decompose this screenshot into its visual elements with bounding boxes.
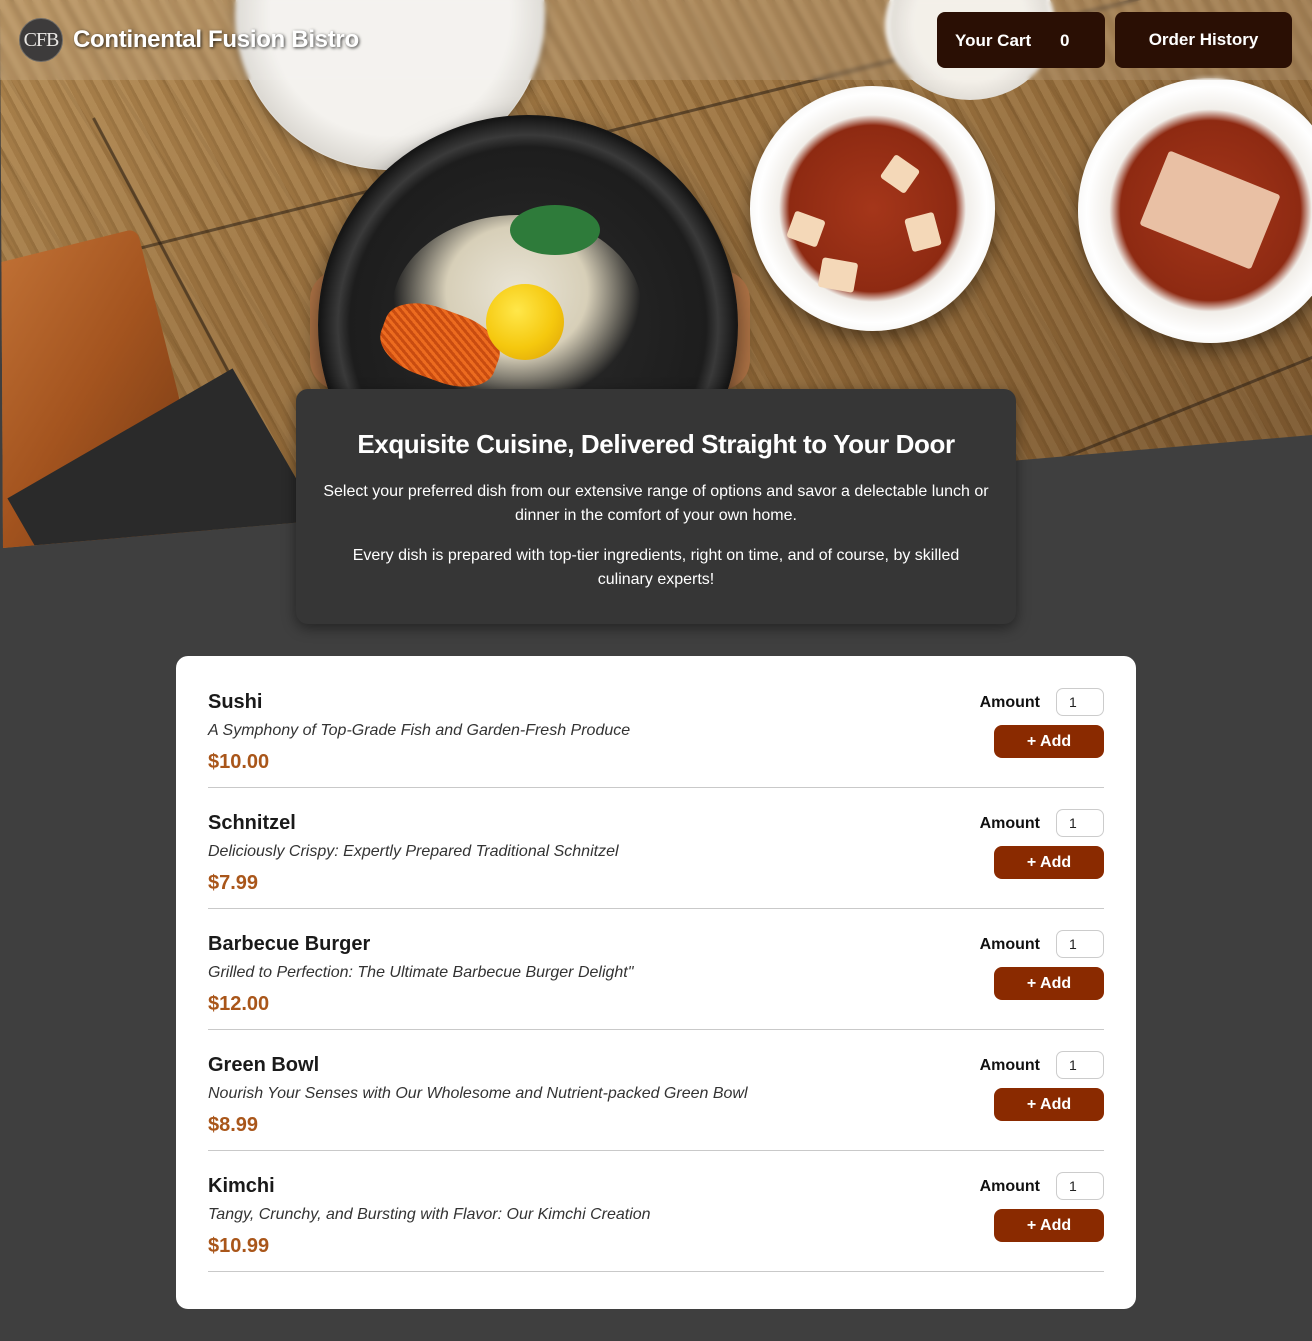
meal-price: $10.99 [208,1235,270,1257]
top-navbar: CFB Continental Fusion Bistro Your Cart … [0,0,1312,80]
meal-item-schnitzel: Schnitzel Deliciously Crispy: Expertly P… [208,788,1104,909]
order-history-button[interactable]: Order History [1115,12,1292,68]
cart-label: Your Cart [955,31,1032,50]
meal-item-barbecue-burger: Barbecue Burger Grilled to Perfection: T… [208,909,1104,1030]
cart-button[interactable]: Your Cart 0 [937,12,1105,68]
meal-item-kimchi: Kimchi Tangy, Crunchy, and Bursting with… [208,1151,1104,1272]
add-to-cart-button[interactable]: + Add [994,1209,1104,1242]
amount-input[interactable] [1056,1051,1104,1079]
intro-paragraph: Select your preferred dish from our exte… [323,483,989,524]
menu-card: Sushi A Symphony of Top-Grade Fish and G… [176,656,1136,1309]
meal-description: A Symphony of Top-Grade Fish and Garden-… [208,722,631,739]
meal-item-green-bowl: Green Bowl Nourish Your Senses with Our … [208,1030,1104,1151]
intro-title: Exquisite Cuisine, Delivered Straight to… [357,429,955,459]
meal-description: Tangy, Crunchy, and Bursting with Flavor… [208,1206,651,1223]
amount-label: Amount [979,1057,1040,1074]
add-to-cart-button[interactable]: + Add [994,725,1104,758]
meal-description: Nourish Your Senses with Our Wholesome a… [208,1085,748,1102]
meal-name: Green Bowl [208,1054,320,1076]
meal-name: Sushi [208,691,263,713]
amount-input[interactable] [1056,930,1104,958]
amount-label: Amount [979,1178,1040,1195]
amount-input[interactable] [1056,809,1104,837]
add-to-cart-button[interactable]: + Add [994,967,1104,1000]
amount-input[interactable] [1056,1172,1104,1200]
amount-label: Amount [979,936,1040,953]
intro-paragraph: Every dish is prepared with top-tier ing… [352,547,960,588]
meal-name: Barbecue Burger [208,933,371,955]
logo-icon[interactable]: CFB [19,18,63,62]
brand-title: Continental Fusion Bistro [73,26,359,53]
amount-input[interactable] [1056,688,1104,716]
meal-price: $8.99 [208,1114,259,1136]
meal-price: $10.00 [208,751,270,773]
meal-price: $12.00 [208,993,270,1015]
meal-price: $7.99 [208,872,259,894]
amount-label: Amount [979,694,1040,711]
intro-panel: Exquisite Cuisine, Delivered Straight to… [296,389,1016,624]
meal-description: Deliciously Crispy: Expertly Prepared Tr… [208,843,619,860]
meal-description: Grilled to Perfection: The Ultimate Barb… [208,964,634,981]
amount-label: Amount [979,815,1040,832]
meal-item-sushi: Sushi A Symphony of Top-Grade Fish and G… [208,667,1104,788]
meal-name: Schnitzel [208,812,296,834]
add-to-cart-button[interactable]: + Add [994,846,1104,879]
cart-count-badge: 0 [1060,31,1070,50]
meal-name: Kimchi [208,1175,275,1197]
add-to-cart-button[interactable]: + Add [994,1088,1104,1121]
